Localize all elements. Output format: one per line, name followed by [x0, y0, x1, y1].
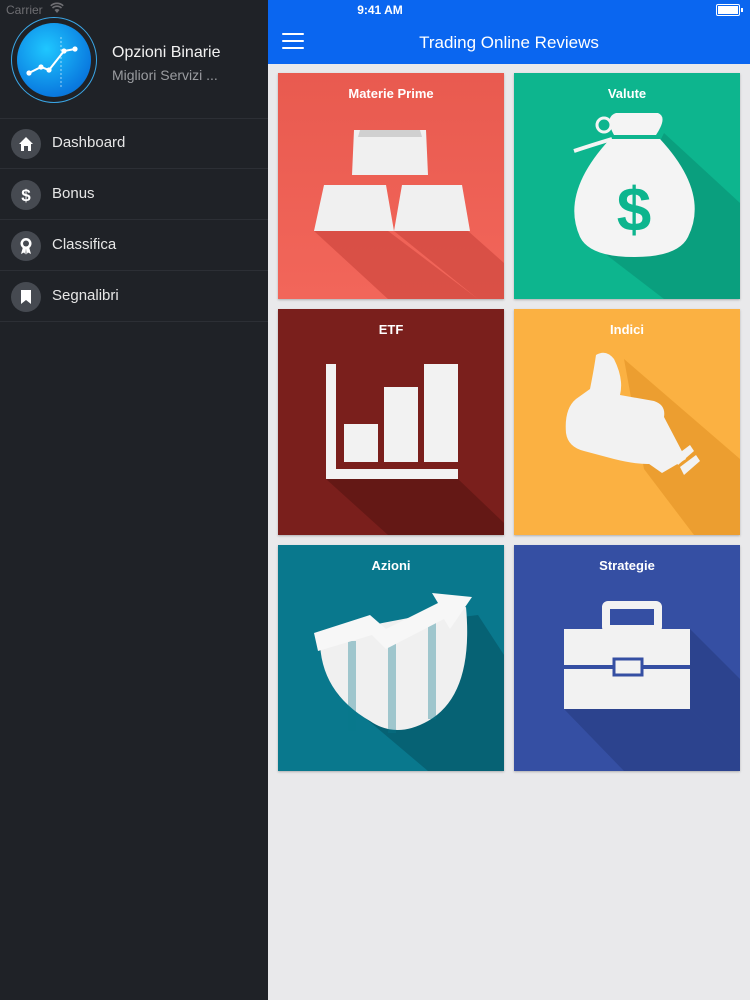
tile-label: Azioni [371, 558, 411, 573]
tile-strategie[interactable]: Strategie [514, 545, 740, 771]
tile-label: Strategie [599, 558, 655, 573]
page-title: Trading Online Reviews [419, 33, 599, 52]
dollar-icon: $ [11, 180, 41, 210]
profile-title: Opzioni Binarie [112, 44, 221, 61]
sidebar-menu: Dashboard $ Bonus Classifica Segnalibri [0, 118, 268, 322]
profile-subtitle: Migliori Servizi ... [112, 67, 218, 83]
gold-bars-icon [278, 73, 504, 299]
home-icon [11, 129, 41, 159]
sidebar-item-label: Segnalibri [52, 287, 119, 304]
sidebar-item-label: Dashboard [52, 134, 126, 151]
bookmark-icon [11, 282, 41, 312]
sidebar-item-label: Bonus [52, 185, 95, 202]
briefcase-icon [564, 601, 740, 771]
avatar[interactable] [17, 23, 91, 97]
sidebar-item-bonus[interactable]: $ Bonus [0, 169, 268, 220]
sidebar-item-dashboard[interactable]: Dashboard [0, 118, 268, 169]
tile-label: Valute [607, 86, 647, 101]
bar-chart-icon [326, 364, 504, 535]
battery-icon [716, 4, 743, 16]
tile-indici[interactable]: Indici [514, 309, 740, 535]
tile-label: Materie Prime [348, 86, 434, 101]
category-grid: Materie Prime $ Valute ETF Indici Azioni… [268, 64, 750, 1000]
tile-materie-prime[interactable]: Materie Prime [278, 73, 504, 299]
status-bar: Carrier 9:41 AM [0, 0, 750, 20]
tile-azioni[interactable]: Azioni [278, 545, 504, 771]
tile-etf[interactable]: ETF [278, 309, 504, 535]
tile-label: Indici [610, 322, 644, 337]
tile-label: ETF [378, 322, 404, 337]
award-icon [11, 231, 41, 261]
sidebar-item-label: Classifica [52, 236, 117, 253]
status-time: 9:41 AM [357, 3, 403, 17]
sidebar-item-classifica[interactable]: Classifica [0, 220, 268, 271]
svg-text:$: $ [21, 186, 31, 204]
stock-growth-icon [314, 593, 504, 771]
trend-line-icon [26, 37, 78, 89]
svg-text:$: $ [617, 176, 651, 245]
tile-valute[interactable]: $ Valute [514, 73, 740, 299]
sidebar: Opzioni Binarie Migliori Servizi ... Das… [0, 0, 268, 1000]
money-bag-icon: $ [573, 113, 740, 299]
thumbs-up-icon [565, 352, 740, 535]
sidebar-item-segnalibri[interactable]: Segnalibri [0, 271, 268, 322]
